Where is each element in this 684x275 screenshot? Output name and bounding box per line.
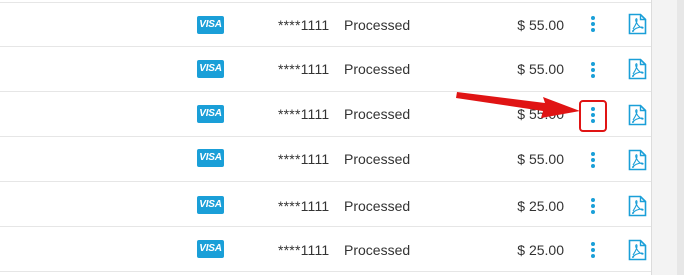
scrollbar-edge — [677, 0, 684, 275]
visa-card-icon: VISA — [197, 149, 224, 167]
payment-status: Processed — [344, 106, 411, 122]
visa-card-icon: VISA — [197, 240, 224, 258]
pdf-document-icon[interactable] — [628, 239, 647, 261]
visa-card-icon: VISA — [197, 196, 224, 214]
table-row: VISA ****1111 Processed $ 55.00 — [0, 92, 651, 137]
kebab-menu-icon[interactable] — [586, 61, 600, 79]
pdf-document-icon[interactable] — [628, 58, 647, 80]
kebab-menu-icon[interactable] — [586, 151, 600, 169]
kebab-menu-icon[interactable] — [586, 241, 600, 259]
card-number: ****1111 — [278, 61, 330, 77]
payment-amount: $ 25.00 — [517, 198, 564, 214]
card-number: ****1111 — [278, 242, 330, 258]
visa-card-icon: VISA — [197, 16, 224, 34]
visa-card-icon: VISA — [197, 60, 224, 78]
payment-status: Processed — [344, 61, 411, 77]
payment-status: Processed — [344, 242, 411, 258]
payment-status: Processed — [344, 151, 411, 167]
card-number: ****1111 — [278, 17, 330, 33]
table-row: VISA ****1111 Processed $ 55.00 — [0, 47, 651, 92]
transactions-table: VISA ****1111 Processed $ 55.00 VISA ***… — [0, 0, 651, 275]
payment-status: Processed — [344, 198, 411, 214]
table-row: VISA ****1111 Processed $ 55.00 — [0, 2, 651, 47]
table-row: VISA ****1111 Processed $ 25.00 — [0, 227, 651, 272]
visa-card-icon: VISA — [197, 105, 224, 123]
kebab-menu-icon[interactable] — [586, 15, 600, 33]
card-number: ****1111 — [278, 106, 330, 122]
pdf-document-icon[interactable] — [628, 104, 647, 126]
table-row: VISA ****1111 Processed $ 55.00 — [0, 137, 651, 182]
card-number: ****1111 — [278, 198, 330, 214]
payment-amount: $ 55.00 — [517, 151, 564, 167]
payment-amount: $ 25.00 — [517, 242, 564, 258]
pdf-document-icon[interactable] — [628, 195, 647, 217]
payment-status: Processed — [344, 17, 411, 33]
payment-amount: $ 55.00 — [517, 61, 564, 77]
pdf-document-icon[interactable] — [628, 149, 647, 171]
table-row: VISA ****1111 Processed $ 25.00 — [0, 182, 651, 227]
payment-amount: $ 55.00 — [517, 17, 564, 33]
kebab-menu-icon[interactable] — [586, 197, 600, 215]
payment-amount: $ 55.00 — [517, 106, 564, 122]
pdf-document-icon[interactable] — [628, 13, 647, 35]
annotation-highlight-box — [579, 100, 607, 132]
card-number: ****1111 — [278, 151, 330, 167]
